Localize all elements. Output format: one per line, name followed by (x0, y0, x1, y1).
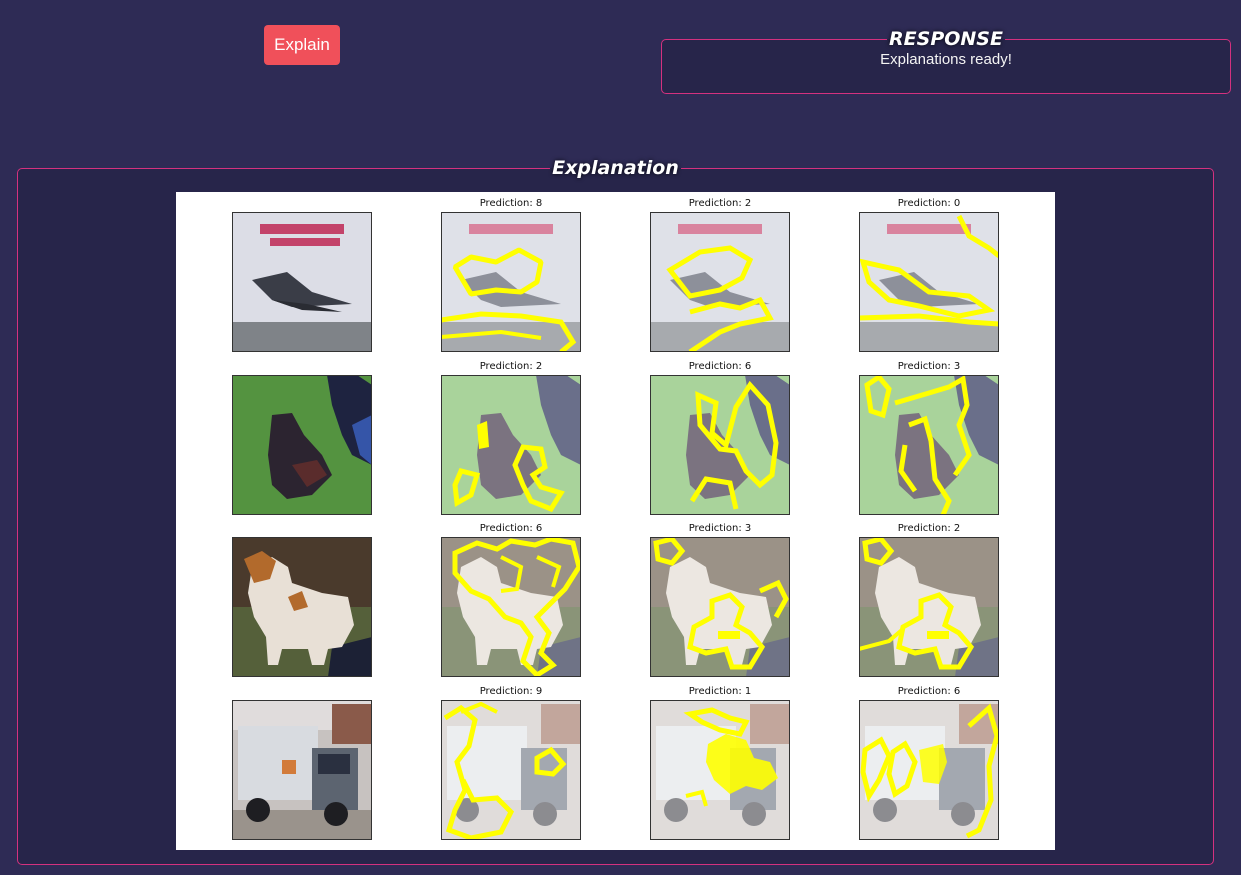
response-title: RESPONSE (889, 28, 1003, 50)
original-image-bird (232, 375, 372, 515)
explanation-image-r2c1: Prediction: 2 (441, 361, 581, 515)
original-image-airplane (232, 212, 372, 352)
prediction-label: Prediction: 3 (688, 523, 752, 534)
explanation-image-r4c1: Prediction: 9 (441, 686, 581, 840)
prediction-label: Prediction: 6 (479, 523, 543, 534)
explanation-title: Explanation (552, 157, 679, 179)
original-image-truck (232, 700, 372, 840)
response-panel: RESPONSE Explanations ready! (661, 28, 1231, 94)
prediction-label: Prediction: 6 (688, 361, 752, 372)
explanation-image-r2c2: Prediction: 6 (650, 361, 790, 515)
prediction-label: Prediction: 0 (897, 198, 961, 209)
explanation-image-r1c3: Prediction: 0 (859, 198, 999, 352)
explanation-image-r3c3: Prediction: 2 (859, 523, 999, 677)
explanation-image-r3c1: Prediction: 6 (441, 523, 581, 677)
original-image-dog (232, 537, 372, 677)
prediction-label: Prediction: 8 (479, 198, 543, 209)
response-message: Explanations ready! (880, 51, 1012, 68)
prediction-label: Prediction: 2 (688, 198, 752, 209)
explanation-figure: Prediction: 8 Prediction: 2 Prediction: … (176, 192, 1055, 850)
prediction-label: Prediction: 2 (897, 523, 961, 534)
explanation-image-r4c3: Prediction: 6 (859, 686, 999, 840)
explanation-image-r4c2: Prediction: 1 (650, 686, 790, 840)
prediction-label: Prediction: 9 (479, 686, 543, 697)
prediction-label: Prediction: 1 (688, 686, 752, 697)
explanation-image-r2c3: Prediction: 3 (859, 361, 999, 515)
explanation-image-r3c2: Prediction: 3 (650, 523, 790, 677)
prediction-label: Prediction: 3 (897, 361, 961, 372)
explain-button[interactable]: Explain (264, 25, 340, 65)
app-page: Explain RESPONSE Explanations ready! Exp… (0, 0, 1241, 875)
prediction-label: Prediction: 2 (479, 361, 543, 372)
explanation-image-r1c2: Prediction: 2 (650, 198, 790, 352)
prediction-label: Prediction: 6 (897, 686, 961, 697)
explanation-image-r1c1: Prediction: 8 (441, 198, 581, 352)
